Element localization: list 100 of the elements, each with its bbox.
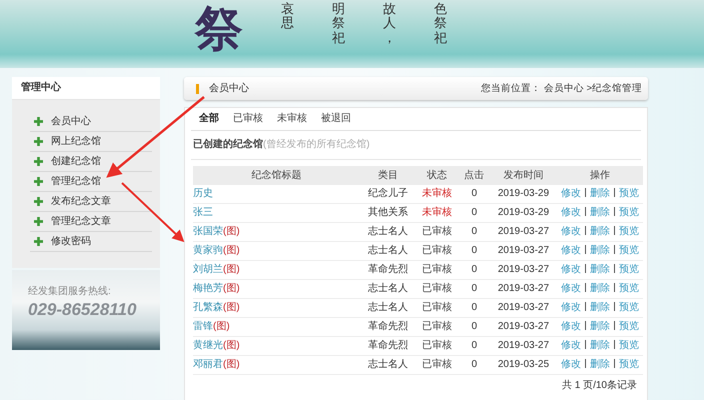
column-header: 发布时间 (490, 166, 557, 185)
banner-calligraphy: 祭 (195, 0, 243, 58)
memorial-title-link[interactable]: 孔繁森(图) (193, 302, 240, 313)
plus-icon (34, 177, 43, 186)
memorial-title-link[interactable]: 张三 (193, 207, 213, 218)
action-link[interactable]: 删除 (590, 283, 610, 294)
table-cell: 2019-03-29 (490, 204, 557, 222)
table-cell: 0 (458, 280, 490, 298)
table-cell: 0 (458, 242, 490, 260)
action-link[interactable]: 预览 (618, 359, 639, 370)
action-link[interactable]: 修改 (560, 302, 581, 313)
table-cell: 革命先烈 (360, 318, 416, 336)
plus-icon (34, 217, 43, 226)
sidebar-item[interactable]: 网上纪念馆 (51, 136, 101, 148)
action-link[interactable]: 预览 (618, 188, 639, 199)
filter-tab[interactable]: 未审核 (277, 113, 307, 125)
plus-icon (34, 117, 43, 126)
action-link[interactable]: 修改 (560, 359, 581, 370)
banner-verse: 明祭祀 (332, 3, 345, 46)
sidebar-item[interactable]: 会员中心 (51, 116, 91, 128)
memorial-title-link[interactable]: 张国荣(图) (193, 226, 240, 237)
table-cell: 其他关系 (360, 204, 416, 222)
action-link[interactable]: 删除 (590, 264, 610, 275)
filter-tab[interactable]: 全部 (199, 113, 219, 125)
hotline-label: 经发集团服务热线: (28, 286, 112, 298)
breadcrumb: 您当前位置： 会员中心 >纪念馆管理 (481, 82, 642, 94)
sidebar-item[interactable]: 修改密码 (51, 236, 91, 248)
action-link[interactable]: 删除 (590, 207, 610, 218)
column-header: 操作 (556, 166, 643, 185)
action-link[interactable]: 删除 (590, 321, 610, 332)
annotation-arrow (121, 182, 184, 242)
action-link[interactable]: 删除 (590, 340, 610, 351)
bar-marker-icon (196, 84, 199, 94)
table-cell: 2019-03-27 (490, 298, 557, 318)
status-text: 已审核 (422, 283, 452, 294)
sidebar-title: 管理中心 (12, 77, 160, 100)
action-link[interactable]: 修改 (560, 188, 581, 199)
action-link[interactable]: 预览 (618, 283, 639, 294)
status-text: 未审核 (422, 188, 452, 199)
status-text: 已审核 (422, 245, 452, 256)
memorial-title-link[interactable]: 刘胡兰(图) (193, 264, 240, 275)
table-cell: 0 (458, 356, 490, 374)
memorial-title-link[interactable]: 梅艳芳(图) (193, 283, 240, 294)
column-header: 点击 (458, 166, 490, 185)
column-header: 纪念馆标题 (193, 166, 360, 185)
section-note: (曾经发布的所有纪念馆) (263, 139, 370, 151)
sidebar-item[interactable]: 创建纪念馆 (51, 156, 101, 168)
table-cell: 志士名人 (360, 280, 416, 298)
table-cell: 2019-03-27 (490, 260, 557, 280)
action-link[interactable]: 预览 (618, 207, 639, 218)
status-text: 已审核 (422, 359, 452, 370)
hotline-number: 029-86528110 (28, 300, 138, 320)
plus-icon (34, 197, 43, 206)
action-link[interactable]: 删除 (590, 359, 610, 370)
memorial-title-link[interactable]: 雷锋(图) (193, 321, 230, 332)
memorial-title-link[interactable]: 历史 (193, 188, 213, 199)
action-link[interactable]: 预览 (618, 245, 639, 256)
status-text: 已审核 (422, 226, 452, 237)
filter-tab[interactable]: 被退回 (321, 113, 351, 125)
table-cell: 2019-03-29 (490, 185, 557, 204)
memorial-title-link[interactable]: 黄继光(图) (193, 340, 240, 351)
action-link[interactable]: 修改 (560, 283, 581, 294)
filter-tab[interactable]: 已审核 (233, 113, 263, 125)
memorial-title-link[interactable]: 邓丽君(图) (193, 359, 240, 370)
action-link[interactable]: 删除 (590, 245, 610, 256)
action-link[interactable]: 修改 (560, 207, 581, 218)
header-title: 会员中心 (209, 82, 250, 94)
column-header: 状态 (416, 166, 458, 185)
status-text: 未审核 (422, 207, 452, 218)
table-cell: 革命先烈 (360, 336, 416, 356)
table-cell: 革命先烈 (360, 260, 416, 280)
action-link[interactable]: 预览 (618, 264, 639, 275)
status-text: 已审核 (422, 321, 452, 332)
action-link[interactable]: 修改 (560, 264, 581, 275)
action-link[interactable]: 预览 (618, 302, 639, 313)
section-title: 已创建的纪念馆 (193, 139, 263, 151)
action-link[interactable]: 预览 (618, 340, 639, 351)
sidebar-item[interactable]: 管理纪念文章 (51, 216, 111, 228)
action-link[interactable]: 预览 (618, 226, 639, 237)
action-link[interactable]: 删除 (590, 302, 610, 313)
table-cell: 2019-03-27 (490, 280, 557, 298)
action-link[interactable]: 预览 (618, 321, 639, 332)
table-cell: 2019-03-27 (490, 222, 557, 242)
action-link[interactable]: 修改 (560, 340, 581, 351)
sidebar-item[interactable]: 管理纪念馆 (51, 176, 101, 188)
table-cell: 2019-03-27 (490, 242, 557, 260)
memorial-title-link[interactable]: 黄家驹(图) (193, 245, 240, 256)
table-cell: 志士名人 (360, 242, 416, 260)
table-cell: 0 (458, 260, 490, 280)
table-cell: 2019-03-25 (490, 356, 557, 374)
action-link[interactable]: 修改 (560, 226, 581, 237)
table-cell: 志士名人 (360, 298, 416, 318)
sidebar-item[interactable]: 发布纪念文章 (51, 196, 111, 208)
action-link[interactable]: 修改 (560, 245, 581, 256)
action-link[interactable]: 删除 (590, 226, 610, 237)
table-cell: 0 (458, 204, 490, 222)
action-link[interactable]: 修改 (560, 321, 581, 332)
column-header: 类目 (360, 166, 416, 185)
table-cell: 志士名人 (360, 356, 416, 374)
action-link[interactable]: 删除 (590, 188, 610, 199)
